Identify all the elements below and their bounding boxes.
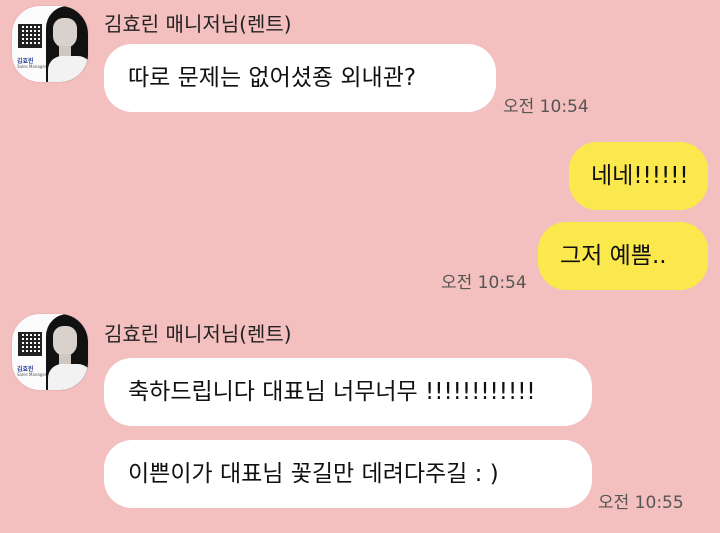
- avatar-title: Sales Manager: [17, 64, 47, 69]
- avatar-title: Sales Manager: [17, 372, 47, 377]
- sender-avatar[interactable]: 김효린 Sales Manager: [12, 6, 88, 82]
- outgoing-message[interactable]: 그저 예쁨..: [538, 222, 708, 290]
- outgoing-message[interactable]: 네네!!!!!!: [569, 142, 708, 210]
- avatar-shirt: [48, 56, 88, 82]
- sender-name: 김효린 매니저님(렌트): [104, 12, 292, 36]
- incoming-message[interactable]: 이쁜이가 대표님 꽃길만 데려다주길 : ): [104, 440, 592, 508]
- qr-code-icon: [18, 24, 42, 48]
- sender-avatar[interactable]: 김효린 Sales Manager: [12, 314, 88, 390]
- message-time: 오전 10:55: [598, 493, 684, 513]
- incoming-message[interactable]: 따로 문제는 없어셨죵 외내관?: [104, 44, 496, 112]
- message-time: 오전 10:54: [441, 273, 527, 293]
- avatar-shirt: [48, 364, 88, 390]
- sender-name: 김효린 매니저님(렌트): [104, 322, 292, 346]
- qr-code-icon: [18, 332, 42, 356]
- avatar-face: [53, 18, 77, 48]
- incoming-message[interactable]: 축하드립니다 대표님 너무너무 !!!!!!!!!!!!: [104, 358, 592, 426]
- message-time: 오전 10:54: [503, 97, 589, 117]
- avatar-face: [53, 326, 77, 356]
